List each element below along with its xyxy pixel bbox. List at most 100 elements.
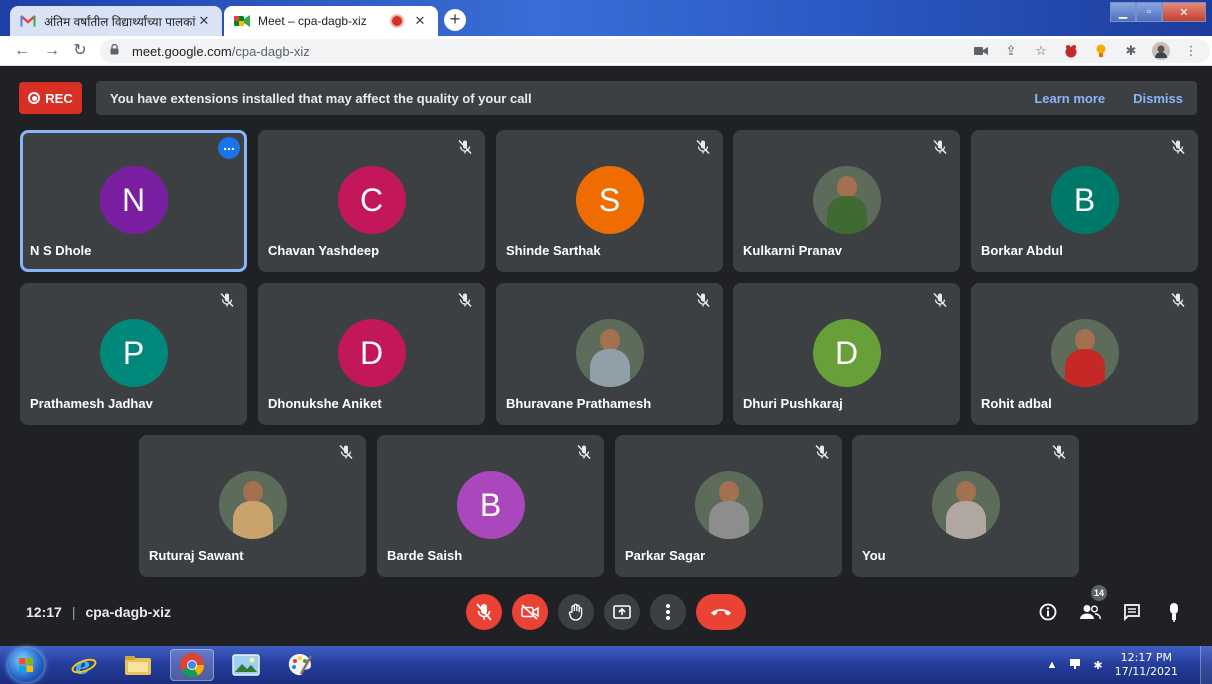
photo-viewer-icon[interactable] [224,649,268,681]
record-icon [28,92,41,104]
participant-name: Parkar Sagar [625,548,706,563]
forward-arrow-icon[interactable]: → [42,41,62,61]
banner-message: You have extensions installed that may a… [110,90,532,106]
participant-tile[interactable]: You [852,435,1079,577]
leave-call-button[interactable] [696,594,746,630]
people-icon [1080,605,1101,620]
new-tab-button[interactable]: + [444,9,466,31]
present-screen-button[interactable] [604,594,640,630]
profile-avatar-icon[interactable] [1152,41,1170,61]
maximize-button[interactable]: ▫ [1136,2,1162,22]
learn-more-link[interactable]: Learn more [1034,91,1105,106]
more-options-button[interactable] [650,594,686,630]
muted-mic-icon [814,444,832,462]
muted-mic-icon [457,292,475,310]
chrome-icon[interactable] [170,649,214,681]
video-off-icon [521,604,539,620]
participant-tile[interactable]: B Borkar Abdul [971,130,1198,272]
participant-name: Kulkarni Pranav [743,243,842,258]
muted-mic-icon [932,292,950,310]
participant-name: Borkar Abdul [981,243,1063,258]
network-icon[interactable] [1069,658,1081,673]
participant-tile[interactable]: D Dhonukshe Aniket [258,283,485,425]
taskbar-clock[interactable]: 12:17 PM 17/11/2021 [1115,651,1178,679]
info-icon [1039,603,1057,621]
participant-tile[interactable]: C Chavan Yashdeep [258,130,485,272]
meeting-info-button[interactable] [1034,594,1062,630]
mic-off-icon [476,603,492,621]
chat-button[interactable] [1118,594,1146,630]
tile-options-button[interactable]: ... [218,137,240,159]
kebab-icon [666,604,670,620]
dismiss-button[interactable]: Dismiss [1133,91,1183,106]
participant-tile[interactable]: Bhuravane Prathamesh [496,283,723,425]
participant-tile[interactable]: Ruturaj Sawant [139,435,366,577]
tab-meet[interactable]: Meet – cpa-dagb-xiz ✕ [224,6,438,36]
participant-tile[interactable]: Kulkarni Pranav [733,130,960,272]
bluetooth-icon[interactable]: ✱ [1093,659,1102,672]
participant-initial-avatar: S [575,166,644,234]
tab-gmail[interactable]: अंतिम वर्षांतील विद्यार्थ्यांच्या पालकां… [10,6,222,36]
close-icon[interactable]: ✕ [196,13,212,29]
extension-red-icon[interactable] [1062,41,1080,61]
participant-tile[interactable]: Parkar Sagar [615,435,842,577]
muted-mic-icon [219,292,237,310]
participant-photo [1050,319,1119,387]
extension-lightbulb-icon[interactable] [1092,41,1110,61]
participant-tile[interactable]: Rohit adbal [971,283,1198,425]
clock-date: 17/11/2021 [1114,665,1178,678]
participant-initial-avatar: P [99,319,168,387]
file-explorer-icon[interactable] [116,649,160,681]
activities-button[interactable] [1160,594,1188,630]
participant-tile[interactable]: S Shinde Sarthak [496,130,723,272]
participant-photo [218,471,287,539]
participant-name: Prathamesh Jadhav [30,396,153,411]
minimize-button[interactable]: ▁ [1110,2,1136,22]
lock-icon [110,43,122,58]
extensions-warning-banner: You have extensions installed that may a… [96,81,1197,115]
extensions-puzzle-icon[interactable]: ✱ [1122,41,1140,61]
participant-initial-avatar: D [337,319,406,387]
extension-icons: ⇪ ☆ ✱ ⋮ [972,41,1200,61]
participant-initial-avatar: N [99,166,168,234]
participant-tile[interactable]: P Prathamesh Jadhav [20,283,247,425]
menu-kebab-icon[interactable]: ⋮ [1182,41,1200,61]
start-button[interactable] [8,648,44,682]
internet-explorer-icon[interactable]: e [62,649,106,681]
tray-expand-icon[interactable]: ▲ [1046,659,1057,671]
participant-initial-avatar: C [337,166,406,234]
close-window-button[interactable]: ✕ [1162,2,1206,22]
bookmark-star-icon[interactable]: ☆ [1032,41,1050,61]
participant-name: Chavan Yashdeep [268,243,380,258]
participant-initial-avatar: B [456,471,525,539]
participant-tile[interactable]: D Dhuri Pushkaraj [733,283,960,425]
windows-taskbar: e ▲ ✱ 12:17 PM 17/11/2021 [0,646,1212,684]
system-tray: ▲ ✱ 12:17 PM 17/11/2021 [1046,646,1212,684]
clock-time: 12:17 PM [1120,651,1172,664]
show-desktop-button[interactable] [1200,646,1212,684]
recording-badge[interactable]: REC [19,82,82,114]
participant-tile[interactable]: N N S Dhole... [20,130,247,272]
microphone-off-button[interactable] [466,594,502,630]
muted-mic-icon [576,444,594,462]
participant-name: Barde Saish [387,548,463,563]
back-arrow-icon[interactable]: ← [12,41,32,61]
muted-mic-icon [1051,444,1069,462]
share-icon[interactable]: ⇪ [1002,41,1020,61]
close-icon[interactable]: ✕ [412,13,428,29]
participant-tile[interactable]: B Barde Saish [377,435,604,577]
phone-hangup-icon [711,609,731,616]
reload-icon[interactable]: ↻ [70,41,90,61]
camera-icon[interactable] [972,41,990,61]
raise-hand-button[interactable] [558,594,594,630]
participant-name: Shinde Sarthak [506,243,601,258]
paint-icon[interactable] [278,649,322,681]
participant-name: Ruturaj Sawant [149,548,244,563]
camera-off-button[interactable] [512,594,548,630]
participant-name: Rohit adbal [981,396,1052,411]
participant-name: Bhuravane Prathamesh [506,396,652,411]
window-controls: ▁ ▫ ✕ [1110,2,1206,22]
call-controls [0,594,1212,634]
participant-photo [575,319,644,387]
hand-icon [568,603,583,621]
